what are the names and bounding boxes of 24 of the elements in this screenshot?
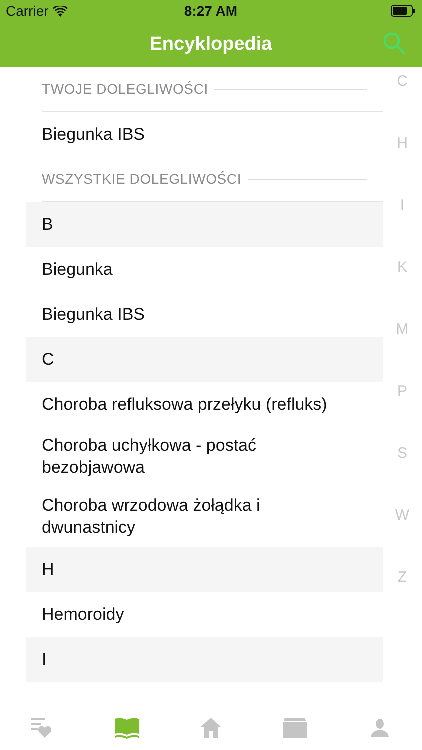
battery-icon <box>391 5 416 17</box>
disease-item[interactable]: Choroba refluksowa przełyku (refluks) <box>26 382 383 427</box>
disease-item[interactable]: Biegunka IBS <box>26 112 383 157</box>
book-icon <box>114 716 140 738</box>
box-icon <box>283 718 308 738</box>
screen-title: Encyklopedia <box>150 34 272 56</box>
disease-item[interactable]: Biegunka IBS <box>26 292 383 337</box>
disease-item[interactable]: Hemoroidy <box>26 592 383 637</box>
list-heart-icon <box>31 718 54 738</box>
letter-header: B <box>26 202 383 247</box>
letter-header: H <box>26 547 383 592</box>
search-icon[interactable] <box>382 31 406 55</box>
section-header: WSZYSTKIE DOLEGLIWOŚCI <box>42 171 242 187</box>
letter-header: C <box>26 337 383 382</box>
disease-item[interactable]: Choroba uchyłkowa - postać bezobjawowa <box>26 427 383 487</box>
wifi-icon <box>52 6 68 16</box>
home-icon <box>201 718 222 738</box>
carrier-label: Carrier <box>6 3 49 19</box>
disease-item[interactable]: Choroba wrzodowa żołądka i dwunastnicy <box>26 487 383 547</box>
person-icon <box>370 718 389 736</box>
section-header: TWOJE DOLEGLIWOŚCI <box>42 81 208 97</box>
status-time: 8:27 AM <box>184 3 238 19</box>
letter-header: I <box>26 637 383 682</box>
disease-item[interactable]: Biegunka <box>26 247 383 292</box>
